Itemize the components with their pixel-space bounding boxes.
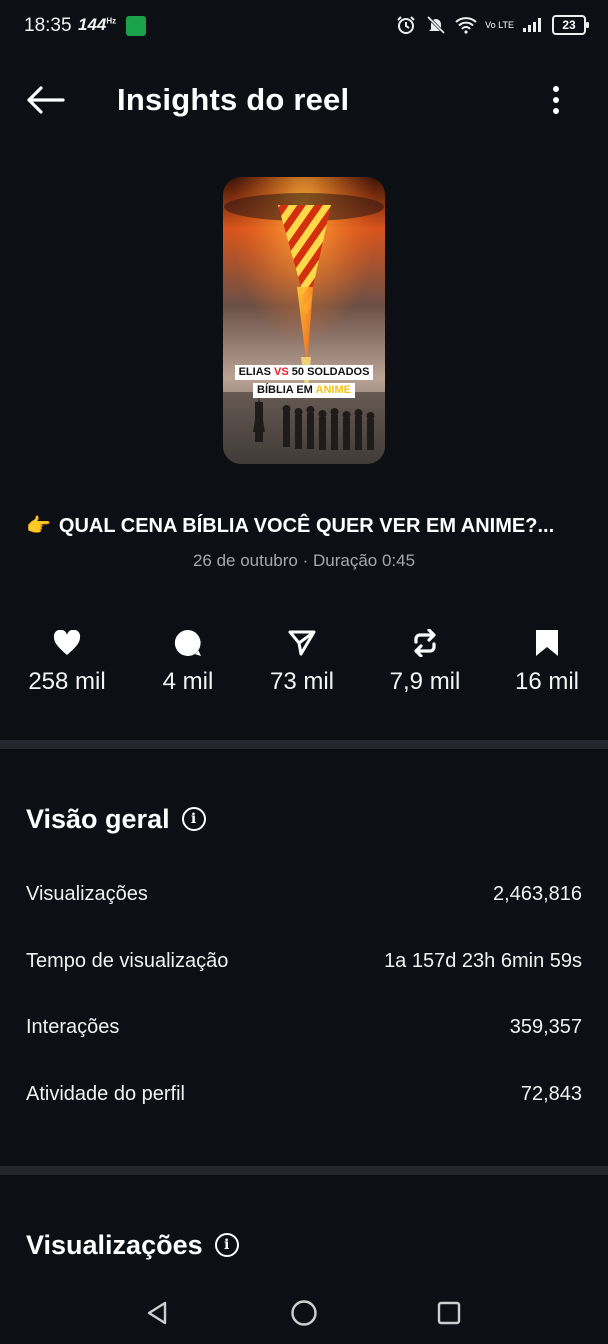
reel-caption: 👉 QUAL CENA BÍBLIA VOCÊ QUER VER EM ANIME… xyxy=(26,510,582,542)
page-title: Insights do reel xyxy=(117,82,350,117)
wifi-icon xyxy=(455,14,477,36)
bookmark-icon xyxy=(536,630,558,656)
stat-shares[interactable]: 73 mil xyxy=(262,626,342,698)
overview-row-value: 1a 157d 23h 6min 59s xyxy=(384,950,582,972)
stat-comments-value: 4 mil xyxy=(162,668,214,695)
thumbnail-text-anime: ANIME xyxy=(315,384,351,396)
stat-saves-value: 16 mil xyxy=(514,668,580,695)
battery-icon: 23 xyxy=(552,15,589,35)
volte-icon: Vo LTE xyxy=(485,19,514,30)
thumbnail-text-soldados: 50 SOLDADOS xyxy=(288,366,370,378)
thumbnail-title-line1: ELIAS VS 50 SOLDADOS xyxy=(234,365,374,380)
overview-row-interactions: Interações 359,357 xyxy=(26,1012,582,1042)
stat-likes-value: 258 mil xyxy=(28,668,106,695)
info-icon[interactable]: i xyxy=(214,1233,239,1257)
overview-row-views: Visualizações 2,463,816 xyxy=(26,879,582,909)
stat-saves[interactable]: 16 mil xyxy=(509,626,585,698)
more-vertical-icon xyxy=(553,86,559,114)
alarm-icon xyxy=(395,14,417,36)
thumbnail-title: ELIAS VS 50 SOLDADOS BÍBLIA EM ANIME xyxy=(229,362,379,398)
status-time: 18:35 xyxy=(24,15,72,36)
stat-shares-value: 73 mil xyxy=(269,668,335,695)
thumbnail-text-vs: VS xyxy=(274,366,289,378)
nav-recents-button[interactable] xyxy=(434,1298,464,1328)
reel-cover-image xyxy=(223,177,385,464)
status-icons: Vo LTE 23 xyxy=(395,14,589,36)
reel-caption-text: QUAL CENA BÍBLIA VOCÊ QUER VER EM ANIME?… xyxy=(58,515,555,537)
views-section-title: Visualizações i xyxy=(26,1227,239,1263)
stat-reposts-value: 7,9 mil xyxy=(389,668,461,695)
signal-icon xyxy=(522,14,544,36)
refresh-rate-value: 144 xyxy=(78,15,107,34)
app-notification-icon xyxy=(126,16,146,36)
overview-section-title: Visão geral i xyxy=(26,801,206,837)
info-icon[interactable]: i xyxy=(181,807,206,831)
refresh-rate-unit: Hz xyxy=(106,16,117,26)
reel-thumbnail[interactable]: ELIAS VS 50 SOLDADOS BÍBLIA EM ANIME xyxy=(223,177,385,464)
thumbnail-title-line2: BÍBLIA EM ANIME xyxy=(253,383,355,398)
stat-likes[interactable]: 258 mil xyxy=(24,626,110,698)
overview-row-label: Atividade do perfil xyxy=(26,1083,185,1105)
section-divider xyxy=(0,1166,608,1175)
overview-row-label: Interações xyxy=(26,1016,120,1038)
overview-row-profile-activity: Atividade do perfil 72,843 xyxy=(26,1079,582,1109)
overview-row-watch-time: Tempo de visualização 1a 157d 23h 6min 5… xyxy=(26,946,582,976)
comment-icon xyxy=(174,629,201,656)
overview-row-value: 72,843 xyxy=(520,1083,582,1105)
thumbnail-text-biblia: BÍBLIA EM xyxy=(257,384,316,396)
refresh-rate: 144Hz xyxy=(78,15,116,35)
triangle-back-icon xyxy=(147,1301,167,1325)
repost-icon xyxy=(414,629,436,657)
heart-icon xyxy=(53,630,81,655)
system-navigation-bar xyxy=(0,1280,608,1344)
circle-home-icon xyxy=(291,1300,317,1326)
nav-home-button[interactable] xyxy=(289,1298,319,1328)
overview-row-value: 359,357 xyxy=(509,1016,582,1038)
overview-title-text: Visão geral xyxy=(26,804,170,834)
stat-reposts[interactable]: 7,9 mil xyxy=(383,626,467,698)
send-icon xyxy=(288,630,316,656)
views-title-text: Visualizações xyxy=(26,1230,203,1260)
square-recents-icon xyxy=(437,1301,461,1325)
more-options-button[interactable] xyxy=(540,80,572,120)
stat-comments[interactable]: 4 mil xyxy=(153,626,223,698)
thumbnail-text-elias: ELIAS xyxy=(238,366,275,378)
status-bar: 18:35 144Hz Vo LTE 23 xyxy=(0,0,608,56)
arrow-left-icon xyxy=(27,86,65,114)
back-button[interactable] xyxy=(22,80,68,120)
overview-row-value: 2,463,816 xyxy=(493,883,582,905)
reel-date-duration: 26 de outubro · Duração 0:45 xyxy=(192,551,416,570)
section-divider xyxy=(0,740,608,749)
pointing-hand-emoji: 👉 xyxy=(26,515,51,537)
overview-row-label: Tempo de visualização xyxy=(26,950,229,972)
mute-icon xyxy=(425,14,447,36)
overview-row-label: Visualizações xyxy=(26,883,148,905)
nav-back-button[interactable] xyxy=(142,1298,172,1328)
